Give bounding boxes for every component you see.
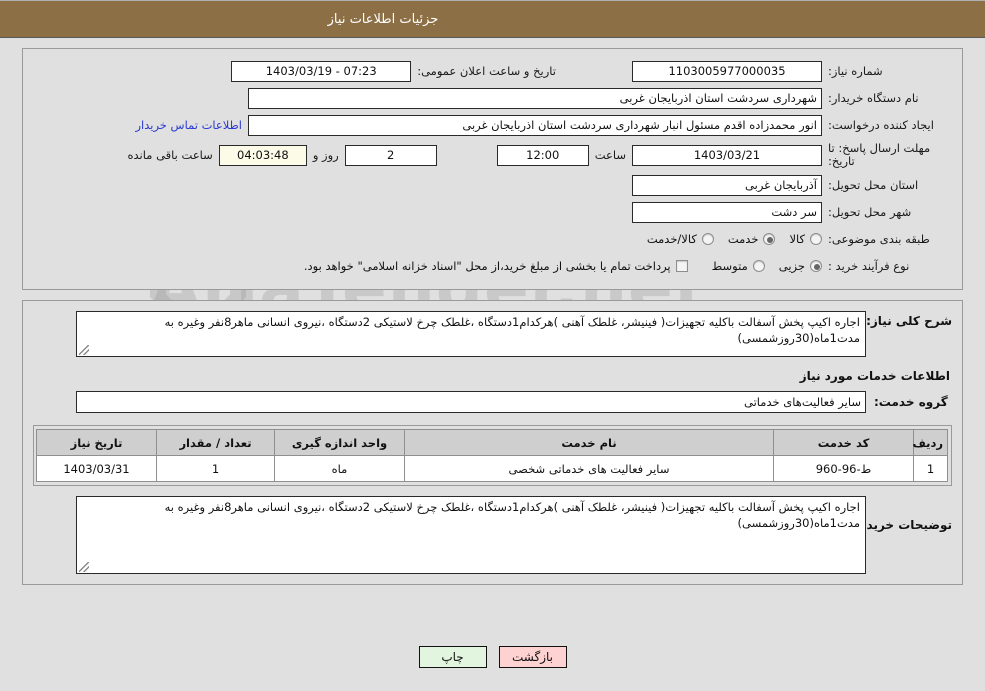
category-option-label: کالا xyxy=(789,232,805,246)
service-group-value-text: سایر فعالیت‌های خدماتی xyxy=(744,395,861,409)
buyer-org-value: شهرداری سردشت استان اذربایجان غربی xyxy=(248,87,822,109)
row-city: شهر محل تحویل: سر دشت xyxy=(33,200,952,224)
cell-quantity: 1 xyxy=(156,455,275,482)
row-process-type: نوع فرآیند خرید : جزیی متوسط پرداخت تمام… xyxy=(33,254,952,278)
col-row-no: ردیف xyxy=(912,429,948,456)
services-panel: شرح کلی نیاز: اجاره اکیپ پخش آسفالت باکل… xyxy=(22,300,963,585)
general-description-row: شرح کلی نیاز: اجاره اکیپ پخش آسفالت باکل… xyxy=(33,311,952,357)
print-button[interactable]: چاپ xyxy=(418,646,487,668)
category-label: طبقه بندی موضوعی: xyxy=(828,232,930,246)
buyer-notes-label: توضیحات خریدار: xyxy=(850,518,952,532)
radio-circle-icon[interactable] xyxy=(810,260,822,272)
cell-need-date: 1403/03/31 xyxy=(36,455,157,482)
page-header-bar: جزئیات اطلاعات نیاز xyxy=(0,0,985,38)
col-service-code: کد خدمت xyxy=(773,429,914,456)
buyer-contact-link[interactable]: اطلاعات تماس خریدار xyxy=(129,118,248,132)
row-buyer-org: نام دستگاه خریدار: شهرداری سردشت استان ا… xyxy=(33,86,952,110)
process-option-jozi[interactable]: جزیی xyxy=(779,259,822,273)
table-header-row: ردیف کد خدمت نام خدمت واحد اندازه گیری ت… xyxy=(36,429,948,456)
cell-service-name: سایر فعالیت های خدماتی شخصی xyxy=(404,455,774,482)
cell-unit: ماه xyxy=(274,455,405,482)
city-label: شهر محل تحویل: xyxy=(828,205,912,219)
province-value: آذربایجان غربی xyxy=(632,174,822,196)
general-description-textarea[interactable]: اجاره اکیپ پخش آسفالت باکلیه تجهیزات( فی… xyxy=(76,311,866,357)
page-title: جزئیات اطلاعات نیاز xyxy=(327,11,439,27)
creator-value: انور محمدزاده اقدم مسئول انبار شهرداری س… xyxy=(248,114,822,136)
remaining-time-label: ساعت باقی مانده xyxy=(127,148,213,162)
table-row: 1 ط-96-960 سایر فعالیت های خدماتی شخصی م… xyxy=(36,455,948,482)
treasury-bond-note: پرداخت تمام یا بخشی از مبلغ خرید،از محل … xyxy=(303,259,671,273)
remaining-days-value: 2 xyxy=(344,144,437,166)
cell-service-code: ط-96-960 xyxy=(773,455,914,482)
cell-row-no: 1 xyxy=(913,455,948,482)
deadline-hour-value: 12:00 xyxy=(496,144,589,166)
process-option-label: متوسط xyxy=(711,259,748,273)
row-province: استان محل تحویل: آذربایجان غربی xyxy=(33,173,952,197)
col-service-name: نام خدمت xyxy=(404,429,774,456)
category-option-kala-khedmat[interactable]: کالا/خدمت xyxy=(647,232,714,246)
service-group-value: سایر فعالیت‌های خدماتی xyxy=(76,391,866,413)
buyer-org-label: نام دستگاه خریدار: xyxy=(828,91,919,105)
services-table-wrapper: ردیف کد خدمت نام خدمت واحد اندازه گیری ت… xyxy=(33,425,952,486)
city-value: سر دشت xyxy=(632,201,822,223)
row-deadline: مهلت ارسال پاسخ: تا تاریخ: 1403/03/21 سا… xyxy=(33,140,952,170)
resize-grip-icon[interactable] xyxy=(79,345,89,355)
radio-circle-icon[interactable] xyxy=(752,260,765,272)
radio-circle-icon[interactable] xyxy=(763,233,776,245)
services-table: ردیف کد خدمت نام خدمت واحد اندازه گیری ت… xyxy=(36,429,948,482)
remaining-days-label: روز و xyxy=(312,148,339,162)
province-label: استان محل تحویل: xyxy=(828,178,919,192)
row-category: طبقه بندی موضوعی: کالا خدمت کالا/خدمت xyxy=(33,227,952,251)
col-quantity: تعداد / مقدار xyxy=(156,429,275,456)
category-option-khedmat[interactable]: خدمت xyxy=(728,232,776,246)
footer-button-bar: بازگشت چاپ xyxy=(0,646,985,668)
creator-label: ایجاد کننده درخواست: xyxy=(828,118,934,132)
need-info-panel: شماره نیاز: 1103005977000035 تاریخ و ساع… xyxy=(22,48,963,290)
category-option-kala[interactable]: کالا xyxy=(789,232,822,246)
buyer-notes-textarea[interactable]: اجاره اکیپ پخش آسفالت باکلیه تجهیزات( فی… xyxy=(76,496,866,574)
need-number-label: شماره نیاز: xyxy=(828,64,883,78)
process-option-motavaset[interactable]: متوسط xyxy=(712,259,765,273)
announce-value: 07:23 - 1403/03/19 xyxy=(231,60,412,82)
row-creator: ایجاد کننده درخواست: انور محمدزاده اقدم … xyxy=(33,113,952,137)
process-label: نوع فرآیند خرید : xyxy=(828,259,910,273)
resize-grip-icon[interactable] xyxy=(79,562,89,572)
treasury-bond-checkbox-item[interactable]: پرداخت تمام یا بخشی از مبلغ خرید،از محل … xyxy=(304,259,688,273)
deadline-date-value: 1403/03/21 xyxy=(632,144,822,166)
row-need-number: شماره نیاز: 1103005977000035 تاریخ و ساع… xyxy=(33,59,952,83)
category-option-label: خدمت xyxy=(727,232,759,246)
radio-circle-icon[interactable] xyxy=(701,233,714,245)
remaining-time-value: 04:03:48 xyxy=(218,144,307,166)
process-option-label: جزیی xyxy=(778,259,805,273)
process-radio-group: جزیی متوسط پرداخت تمام یا بخشی از مبلغ خ… xyxy=(290,259,822,273)
need-number-value: 1103005977000035 xyxy=(632,60,822,82)
services-section-heading: اطلاعات خدمات مورد نیاز xyxy=(799,369,950,383)
announce-label: تاریخ و ساعت اعلان عمومی: xyxy=(417,64,556,78)
col-need-date: تاریخ نیاز xyxy=(36,429,157,456)
checkbox-icon[interactable] xyxy=(675,260,688,272)
buyer-notes-row: توضیحات خریدار: اجاره اکیپ پخش آسفالت با… xyxy=(33,496,952,574)
service-group-label: گروه خدمت: xyxy=(874,395,948,409)
radio-circle-icon[interactable] xyxy=(810,233,822,245)
category-option-label: کالا/خدمت xyxy=(646,232,697,246)
deadline-hour-label: ساعت xyxy=(594,148,626,162)
category-radio-group: کالا خدمت کالا/خدمت xyxy=(633,232,822,246)
col-unit: واحد اندازه گیری xyxy=(274,429,405,456)
deadline-label: مهلت ارسال پاسخ: تا تاریخ: xyxy=(828,141,931,168)
buyer-notes-value: اجاره اکیپ پخش آسفالت باکلیه تجهیزات( فی… xyxy=(164,500,860,530)
back-button[interactable]: بازگشت xyxy=(498,646,567,668)
general-description-value: اجاره اکیپ پخش آسفالت باکلیه تجهیزات( فی… xyxy=(164,315,860,345)
service-group-row: گروه خدمت: سایر فعالیت‌های خدماتی xyxy=(33,391,952,413)
general-description-label: شرح کلی نیاز: xyxy=(866,314,952,328)
